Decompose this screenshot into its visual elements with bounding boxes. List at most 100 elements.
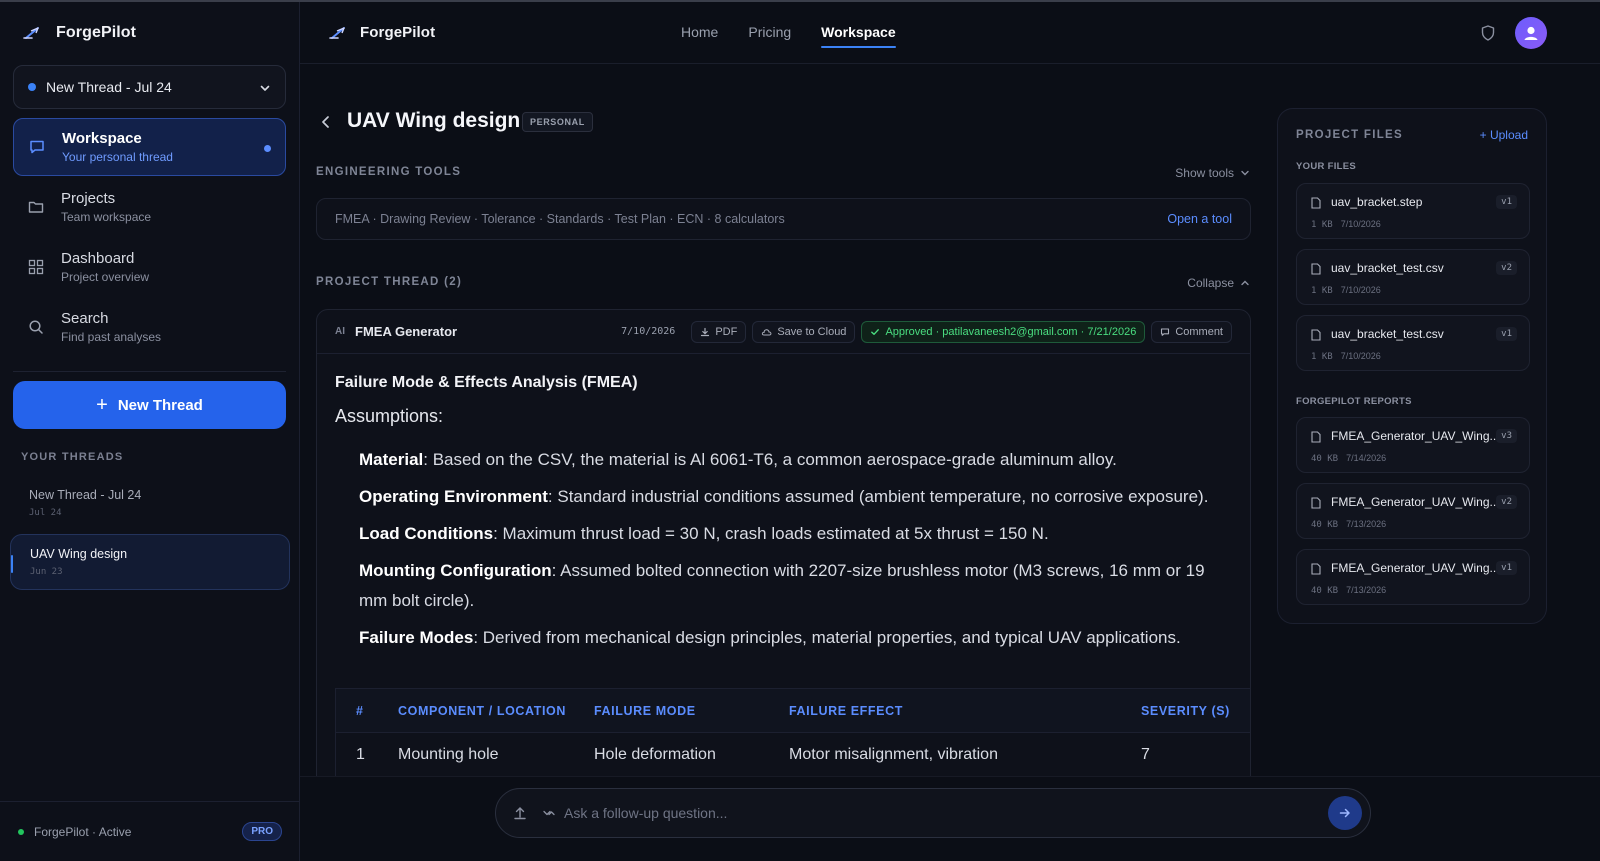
sidebar-item-workspace[interactable]: Workspace Your personal thread — [13, 118, 286, 176]
file-name: FMEA_Generator_UAV_Wing... — [1331, 495, 1496, 509]
tools-list: FMEA · Drawing Review · Tolerance · Stan… — [335, 212, 785, 226]
chevron-down-icon — [1241, 170, 1249, 176]
pdf-button[interactable]: PDF — [691, 320, 747, 343]
table-header-cell: FAILURE MODE — [594, 703, 696, 718]
file-icon — [1311, 430, 1321, 443]
send-button[interactable] — [1328, 796, 1362, 830]
back-chevron-icon[interactable] — [318, 114, 334, 130]
thread-selector-label: New Thread - Jul 24 — [46, 79, 172, 95]
sidebar-divider — [13, 371, 286, 372]
sidebar-item-search[interactable]: Search Find past analyses — [13, 298, 286, 356]
sidebar: ForgePilot New Thread - Jul 24 Workspace… — [0, 2, 300, 861]
thread-item-active[interactable]: UAV Wing design Jun 23 — [10, 534, 290, 590]
file-version: v3 — [1496, 429, 1517, 443]
header-brand[interactable]: ForgePilot — [328, 24, 435, 41]
project-files-title: PROJECT FILES — [1296, 129, 1403, 141]
top-header: ForgePilot Home Pricing Workspace — [300, 2, 1600, 64]
followup-composer — [495, 788, 1371, 838]
project-thread-label: PROJECT THREAD (2) — [316, 276, 463, 288]
folder-icon — [27, 198, 45, 216]
new-thread-button[interactable]: + New Thread — [13, 381, 286, 429]
app-root: ForgePilot New Thread - Jul 24 Workspace… — [0, 0, 1600, 861]
project-files-panel: PROJECT FILES + Upload YOUR FILES uav_br… — [1277, 108, 1547, 624]
thread-item[interactable]: New Thread - Jul 24 Jul 24 — [10, 476, 290, 532]
nav-workspace[interactable]: Workspace — [821, 24, 897, 48]
check-icon — [871, 328, 880, 335]
sidebar-item-title: Projects — [61, 190, 116, 207]
file-icon — [1311, 496, 1321, 509]
report-card[interactable]: FMEA_Generator_UAV_Wing... v3 40 KB 7/14/… — [1296, 417, 1530, 473]
search-icon — [27, 318, 45, 336]
upload-link[interactable]: + Upload — [1480, 128, 1528, 142]
engineering-tools-label: ENGINEERING TOOLS — [316, 166, 462, 178]
upload-arrow-icon[interactable] — [512, 805, 528, 821]
arrow-right-icon — [1339, 808, 1350, 818]
active-indicator-dot — [264, 145, 271, 152]
file-icon — [1311, 196, 1321, 209]
nav-pricing[interactable]: Pricing — [748, 24, 791, 48]
file-version: v1 — [1496, 195, 1517, 209]
file-card[interactable]: uav_bracket_test.csv v1 1 KB 7/10/2026 — [1296, 315, 1530, 371]
sidebar-item-subtitle: Your personal thread — [62, 150, 173, 164]
table-header-cell: FAILURE EFFECT — [789, 703, 903, 718]
sidebar-item-subtitle: Project overview — [61, 270, 150, 284]
fmea-heading: Failure Mode & Effects Analysis (FMEA) — [335, 374, 638, 391]
thread-status-dot — [28, 83, 36, 91]
fmea-table: # COMPONENT / LOCATION FAILURE MODE FAIL… — [335, 688, 1250, 776]
plus-icon: + — [96, 394, 108, 416]
brand-name: ForgePilot — [56, 24, 137, 41]
thread-name: New Thread - Jul 24 — [29, 488, 142, 502]
table-cell: Hole deformation — [594, 746, 716, 763]
save-to-cloud-button[interactable]: Save to Cloud — [752, 320, 856, 343]
sidebar-item-title: Search — [61, 310, 109, 327]
followup-input[interactable] — [564, 805, 1328, 821]
collapse-toggle[interactable]: Collapse — [1187, 276, 1250, 290]
ai-tag: AI — [335, 326, 345, 337]
file-version: v1 — [1496, 327, 1517, 341]
collapse-label: Collapse — [1187, 276, 1234, 290]
sidebar-brand[interactable]: ForgePilot — [22, 24, 136, 42]
comment-button[interactable]: Comment — [1151, 320, 1232, 343]
table-header-cell: # — [356, 703, 364, 718]
report-card[interactable]: FMEA_Generator_UAV_Wing... v1 40 KB 7/13/… — [1296, 549, 1530, 605]
report-card[interactable]: FMEA_Generator_UAV_Wing... v2 40 KB 7/13/… — [1296, 483, 1530, 539]
file-version: v2 — [1496, 261, 1517, 275]
user-avatar[interactable] — [1515, 17, 1547, 49]
file-name: FMEA_Generator_UAV_Wing... — [1331, 561, 1496, 575]
file-card[interactable]: uav_bracket.step v1 1 KB 7/10/2026 — [1296, 183, 1530, 239]
personal-badge: PERSONAL — [522, 112, 593, 132]
table-cell: 7 — [1141, 746, 1150, 763]
sidebar-footer: ForgePilot · Active PRO — [0, 801, 300, 861]
table-header-cell: SEVERITY (S) — [1141, 703, 1230, 718]
sidebar-item-subtitle: Find past analyses — [61, 330, 162, 344]
shield-icon[interactable] — [1480, 24, 1496, 42]
show-tools-toggle[interactable]: Show tools — [1175, 166, 1250, 180]
table-cell: Motor misalignment, vibration — [789, 746, 998, 763]
list-item: Operating Environment: Standard industri… — [359, 487, 1209, 506]
fmea-message-card: AI FMEA Generator 7/10/2026 PDF Save to … — [316, 309, 1251, 776]
brand-name: ForgePilot — [360, 24, 436, 41]
assumptions-heading: Assumptions: — [335, 406, 444, 426]
file-meta: 40 KB 7/14/2026 — [1311, 453, 1387, 464]
card-title: FMEA Generator — [355, 324, 458, 339]
assumptions-list: Material: Based on the CSV, the material… — [335, 445, 1232, 653]
nav-home[interactable]: Home — [681, 24, 718, 48]
thread-date: Jul 24 — [29, 508, 62, 518]
file-meta: 1 KB 7/10/2026 — [1311, 351, 1381, 362]
model-switch-icon[interactable] — [542, 806, 556, 820]
file-meta: 40 KB 7/13/2026 — [1311, 585, 1387, 596]
file-meta: 1 KB 7/10/2026 — [1311, 219, 1381, 230]
file-card[interactable]: uav_bracket_test.csv v2 1 KB 7/10/2026 — [1296, 249, 1530, 305]
thread-selector[interactable]: New Thread - Jul 24 — [13, 65, 286, 109]
chevron-down-icon — [259, 81, 271, 93]
project-title: UAV Wing design — [347, 109, 521, 132]
chat-bubble-icon — [28, 138, 46, 156]
file-name: uav_bracket.step — [1331, 195, 1423, 209]
composer-bar — [300, 776, 1600, 861]
thread-name: UAV Wing design — [30, 547, 128, 561]
sidebar-item-projects[interactable]: Projects Team workspace — [13, 178, 286, 236]
sidebar-item-dashboard[interactable]: Dashboard Project overview — [13, 238, 286, 296]
open-tool-link[interactable]: Open a tool — [1167, 212, 1232, 226]
sidebar-item-subtitle: Team workspace — [61, 210, 152, 224]
card-date: 7/10/2026 — [621, 326, 676, 337]
